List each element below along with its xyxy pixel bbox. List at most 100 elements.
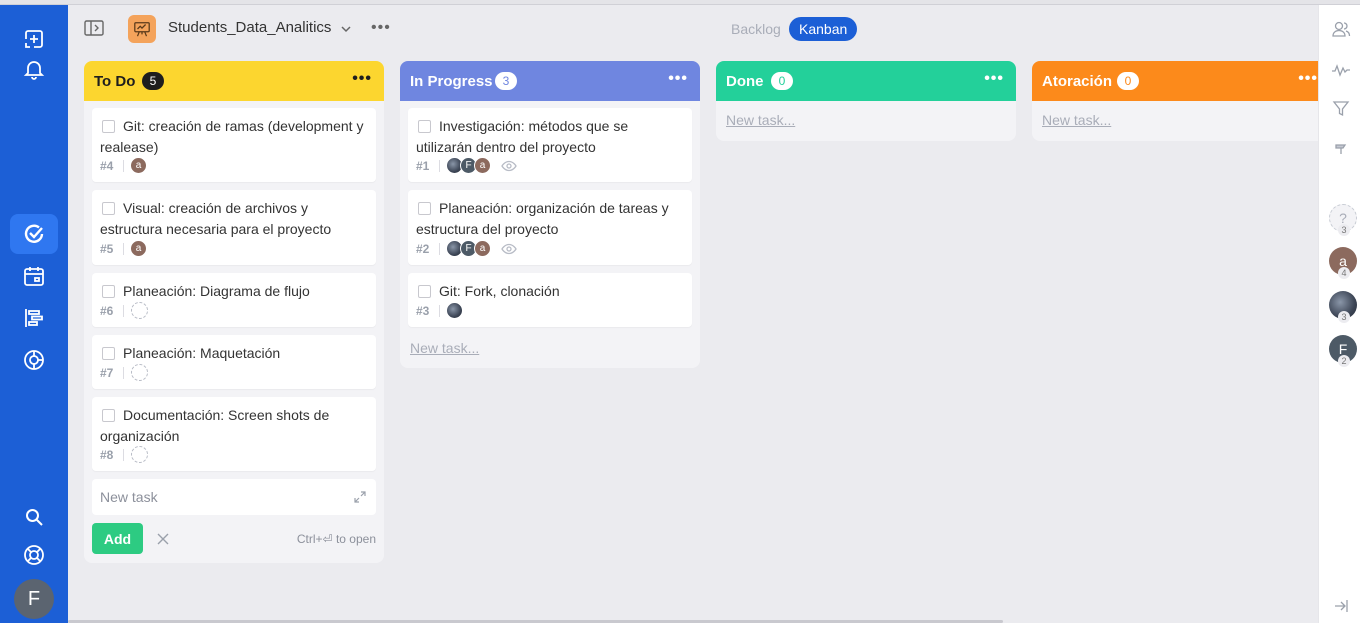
collapse-panel-icon[interactable] bbox=[1331, 596, 1351, 616]
bell-icon[interactable] bbox=[10, 49, 58, 89]
task-number: #2 bbox=[416, 242, 430, 256]
project-title[interactable]: Students_Data_Analitics bbox=[168, 19, 331, 36]
project-icon bbox=[128, 15, 156, 43]
task-card[interactable]: Git: Fork, clonación #3 bbox=[408, 273, 692, 327]
assignee-avatar[interactable]: a bbox=[130, 240, 147, 257]
assignee-avatar[interactable]: a bbox=[474, 157, 491, 174]
column-to-do: To Do 5 ••• Git: creación de ramas (deve… bbox=[84, 61, 384, 563]
task-checkbox[interactable] bbox=[418, 285, 431, 298]
task-title: Git: Fork, clonación bbox=[439, 283, 560, 299]
divider bbox=[123, 305, 124, 317]
task-checkbox[interactable] bbox=[102, 120, 115, 133]
column-in-progress: In Progress 3 ••• Investigación: métodos… bbox=[400, 61, 700, 368]
task-card[interactable]: Planeación: organización de tareas y est… bbox=[408, 190, 692, 265]
task-title: Investigación: métodos que se utilizarán… bbox=[416, 118, 629, 155]
task-checkbox[interactable] bbox=[102, 202, 115, 215]
reports-icon[interactable] bbox=[10, 340, 58, 380]
column-menu-button[interactable]: ••• bbox=[1298, 70, 1318, 88]
task-title: Planeación: Diagrama de flujo bbox=[123, 283, 310, 299]
sidebar-toggle-icon[interactable] bbox=[84, 20, 104, 36]
divider bbox=[123, 449, 124, 461]
assignee-avatar[interactable]: a bbox=[474, 240, 491, 257]
close-icon[interactable] bbox=[156, 532, 170, 546]
project-header: Students_Data_Analitics ••• Backlog Kanb… bbox=[68, 5, 1318, 51]
task-title: Git: creación de ramas (development y re… bbox=[100, 118, 364, 155]
new-task-field bbox=[92, 479, 376, 515]
pin-icon[interactable] bbox=[1331, 139, 1351, 159]
new-task-input[interactable] bbox=[92, 479, 342, 515]
task-number: #6 bbox=[100, 304, 114, 318]
divider bbox=[439, 305, 440, 317]
assignee-task-count: 2 bbox=[1338, 355, 1350, 367]
task-number: #7 bbox=[100, 366, 114, 380]
assignee-avatar[interactable] bbox=[446, 302, 463, 319]
task-card[interactable]: Planeación: Maquetación #7 bbox=[92, 335, 376, 389]
column-menu-button[interactable]: ••• bbox=[984, 70, 1004, 88]
task-title: Planeación: Maquetación bbox=[123, 345, 281, 361]
new-task-link[interactable]: New task... bbox=[410, 340, 479, 356]
task-card[interactable]: Documentación: Screen shots de organizac… bbox=[92, 397, 376, 471]
task-title: Planeación: organización de tareas y est… bbox=[416, 200, 669, 237]
unassigned-user-icon[interactable] bbox=[131, 302, 148, 319]
divider bbox=[123, 243, 124, 255]
task-card[interactable]: Git: creación de ramas (development y re… bbox=[92, 108, 376, 182]
divider bbox=[439, 243, 440, 255]
assignee-avatar[interactable]: a bbox=[130, 157, 147, 174]
column-menu-button[interactable]: ••• bbox=[352, 70, 372, 88]
my-tasks-icon[interactable] bbox=[10, 214, 58, 254]
column-menu-button[interactable]: ••• bbox=[668, 70, 688, 88]
timeline-icon[interactable] bbox=[10, 298, 58, 338]
column-count-badge: 0 bbox=[771, 72, 793, 90]
unassigned-user-icon[interactable] bbox=[131, 446, 148, 463]
calendar-icon[interactable] bbox=[10, 256, 58, 296]
right-panel: ? 3 a 4 3 F 2 bbox=[1318, 5, 1360, 623]
task-title: Documentación: Screen shots de organizac… bbox=[100, 407, 330, 444]
column-header: Atoración 0 ••• bbox=[1032, 61, 1318, 101]
add-task-button[interactable]: Add bbox=[92, 523, 143, 554]
project-more-button[interactable]: ••• bbox=[371, 19, 391, 37]
search-icon[interactable] bbox=[10, 497, 58, 537]
column-atoracion: Atoración 0 ••• New task... bbox=[1032, 61, 1318, 141]
task-checkbox[interactable] bbox=[102, 347, 115, 360]
task-card[interactable]: Investigación: métodos que se utilizarán… bbox=[408, 108, 692, 182]
column-title: In Progress bbox=[410, 73, 493, 90]
watch-icon[interactable] bbox=[501, 243, 517, 255]
column-header: Done 0 ••• bbox=[716, 61, 1016, 101]
tab-backlog[interactable]: Backlog bbox=[731, 21, 781, 37]
assignee-task-count: 4 bbox=[1338, 267, 1350, 279]
user-avatar[interactable]: F bbox=[14, 579, 54, 619]
watch-icon[interactable] bbox=[501, 160, 517, 172]
task-number: #1 bbox=[416, 159, 430, 173]
filter-icon[interactable] bbox=[1331, 99, 1351, 119]
column-count-badge: 3 bbox=[495, 72, 517, 90]
divider bbox=[123, 367, 124, 379]
task-checkbox[interactable] bbox=[418, 202, 431, 215]
shortcut-hint: Ctrl+⏎ to open bbox=[296, 532, 376, 546]
column-count-badge: 5 bbox=[142, 72, 164, 90]
task-card[interactable]: Planeación: Diagrama de flujo #6 bbox=[92, 273, 376, 327]
divider bbox=[439, 160, 440, 172]
column-done: Done 0 ••• New task... bbox=[716, 61, 1016, 141]
column-title: To Do bbox=[94, 73, 136, 90]
assignee-task-count: 3 bbox=[1338, 224, 1350, 236]
chevron-down-icon[interactable] bbox=[339, 22, 353, 36]
expand-icon[interactable] bbox=[354, 491, 366, 503]
task-checkbox[interactable] bbox=[102, 409, 115, 422]
members-icon[interactable] bbox=[1331, 19, 1351, 39]
left-sidebar: F bbox=[0, 5, 68, 623]
column-count-badge: 0 bbox=[1117, 72, 1139, 90]
column-title: Atoración bbox=[1042, 73, 1113, 90]
new-task-link[interactable]: New task... bbox=[1042, 112, 1111, 128]
task-checkbox[interactable] bbox=[102, 285, 115, 298]
tab-kanban[interactable]: Kanban bbox=[789, 17, 858, 41]
help-icon[interactable] bbox=[10, 535, 58, 575]
column-title: Done bbox=[726, 73, 764, 90]
unassigned-user-icon[interactable] bbox=[131, 364, 148, 381]
task-card[interactable]: Visual: creación de archivos y estructur… bbox=[92, 190, 376, 265]
activity-icon[interactable] bbox=[1331, 60, 1351, 80]
column-header: In Progress 3 ••• bbox=[400, 61, 700, 101]
task-checkbox[interactable] bbox=[418, 120, 431, 133]
new-task-link[interactable]: New task... bbox=[726, 112, 795, 128]
task-title: Visual: creación de archivos y estructur… bbox=[100, 200, 332, 237]
task-number: #3 bbox=[416, 304, 430, 318]
